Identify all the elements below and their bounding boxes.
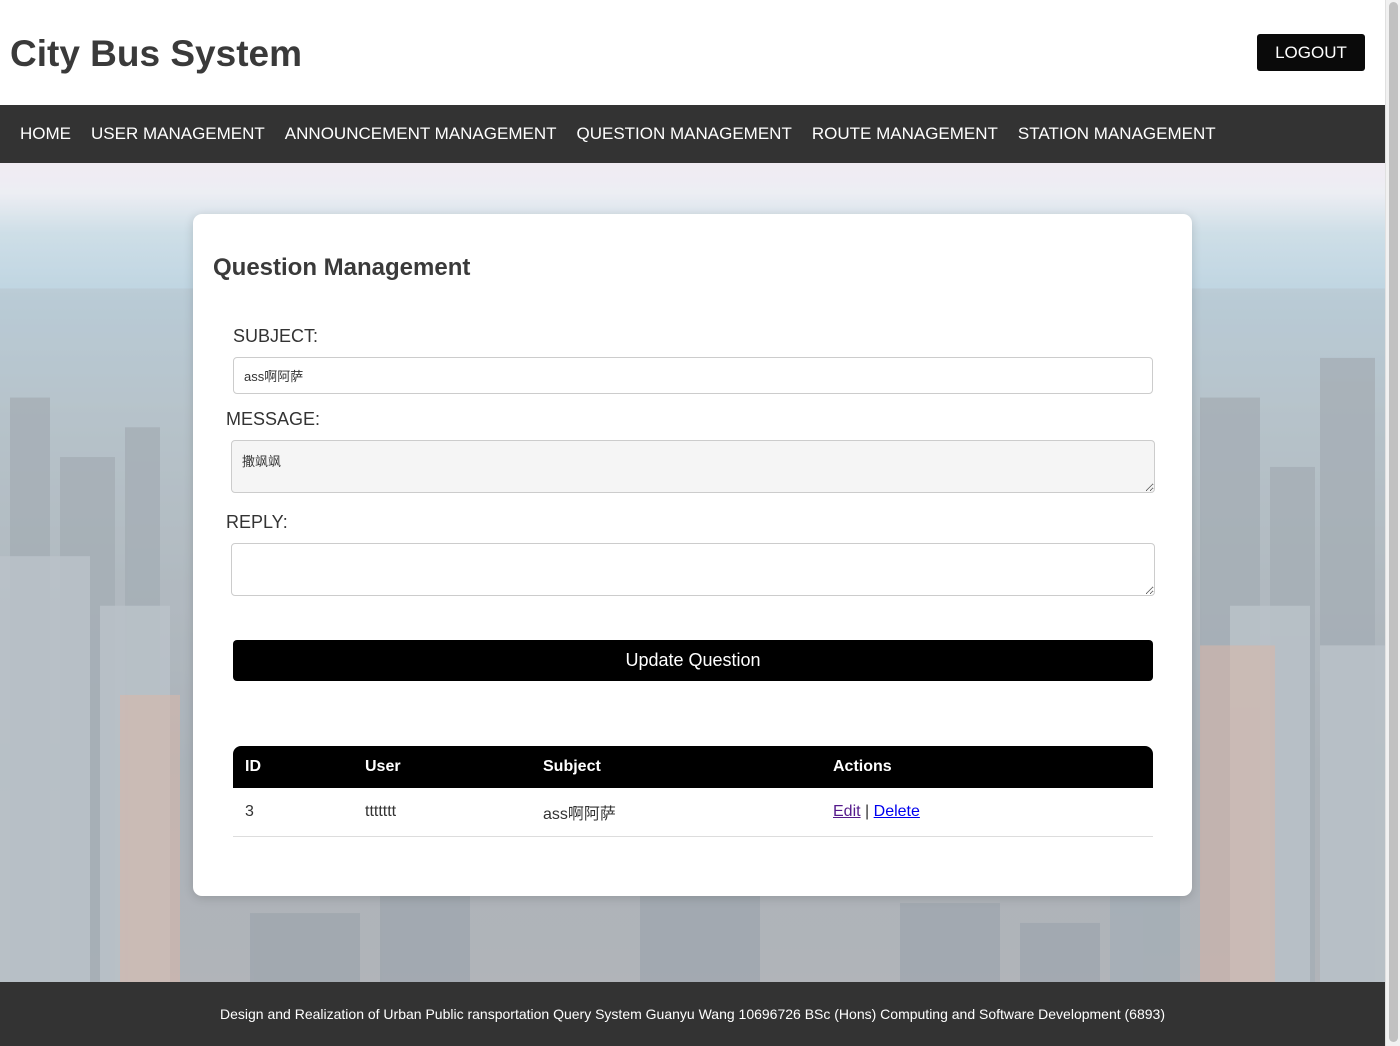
nav-item-home[interactable]: HOME [10, 124, 81, 144]
message-textarea[interactable]: 撒飒飒 [231, 440, 1155, 493]
nav-item-user-management[interactable]: USER MANAGEMENT [81, 124, 275, 144]
table-row: 3 ttttttt ass啊阿萨 Edit | Delete [233, 788, 1153, 837]
cell-subject: ass啊阿萨 [531, 788, 821, 837]
column-header-subject: Subject [531, 746, 821, 788]
page: City Bus System LOGOUT HOME USER MANAGEM… [0, 0, 1385, 1046]
top-header: City Bus System LOGOUT [0, 0, 1385, 105]
message-label: MESSAGE: [226, 409, 321, 429]
nav-item-announcement-management[interactable]: ANNOUNCEMENT MANAGEMENT [275, 124, 567, 144]
questions-table: ID User Subject Actions 3 ttttttt ass啊阿萨… [233, 746, 1153, 837]
subject-label: SUBJECT: [233, 326, 319, 346]
site-title: City Bus System [10, 33, 302, 74]
logout-button[interactable]: LOGOUT [1257, 34, 1365, 71]
page-title: Question Management [213, 254, 471, 281]
subject-input[interactable] [233, 357, 1153, 394]
cell-actions: Edit | Delete [821, 788, 1153, 837]
page-footer: Design and Realization of Urban Public r… [0, 982, 1385, 1046]
column-header-user: User [353, 746, 531, 788]
reply-textarea[interactable] [231, 543, 1155, 596]
cell-user: ttttttt [353, 788, 531, 837]
column-header-id: ID [233, 746, 353, 788]
reply-label: REPLY: [226, 512, 288, 532]
cell-id: 3 [233, 788, 353, 837]
vertical-scrollbar[interactable] [1385, 0, 1400, 1046]
update-question-button[interactable]: Update Question [233, 640, 1153, 681]
delete-link[interactable]: Delete [874, 803, 920, 820]
nav-item-question-management[interactable]: QUESTION MANAGEMENT [567, 124, 802, 144]
edit-link[interactable]: Edit [833, 803, 861, 820]
table-header-row: ID User Subject Actions [233, 746, 1153, 788]
action-separator: | [865, 802, 870, 820]
main-nav: HOME USER MANAGEMENT ANNOUNCEMENT MANAGE… [0, 105, 1385, 163]
footer-text: Design and Realization of Urban Public r… [220, 1006, 1165, 1022]
nav-item-route-management[interactable]: ROUTE MANAGEMENT [802, 124, 1008, 144]
column-header-actions: Actions [821, 746, 1153, 788]
scrollbar-thumb[interactable] [1389, 2, 1398, 1042]
nav-item-station-management[interactable]: STATION MANAGEMENT [1008, 124, 1226, 144]
question-management-card: Question Management SUBJECT: MESSAGE: 撒飒… [193, 214, 1192, 896]
